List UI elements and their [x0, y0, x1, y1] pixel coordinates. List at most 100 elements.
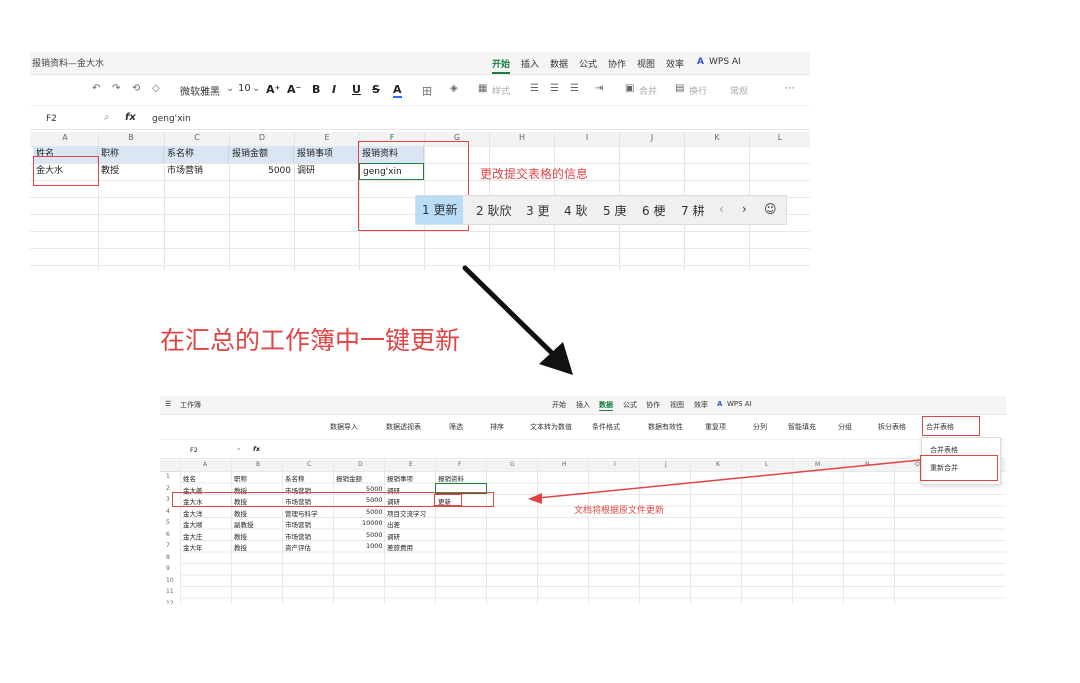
wrap-button[interactable]: 换行: [689, 84, 707, 97]
row-number[interactable]: 1: [166, 473, 170, 480]
wrap-icon[interactable]: ▤: [675, 83, 684, 94]
column-header-b[interactable]: B: [126, 133, 136, 142]
column-header-l[interactable]: L: [775, 133, 785, 142]
search-icon[interactable]: ⌕: [104, 112, 110, 123]
row-number[interactable]: 9: [166, 565, 170, 572]
indent-icon[interactable]: ⇥: [595, 83, 603, 94]
menu-formula[interactable]: 公式: [579, 57, 597, 70]
font-shrink-button[interactable]: A⁻: [287, 83, 301, 96]
menu-view[interactable]: 视图: [637, 57, 655, 70]
menu-efficiency[interactable]: 效率: [666, 57, 684, 70]
column-header-h[interactable]: H: [517, 133, 527, 142]
cell-b2[interactable]: 教授: [98, 163, 164, 180]
ime-prev-icon[interactable]: ‹: [719, 202, 724, 216]
italic-button[interactable]: I: [332, 83, 336, 96]
table-cell[interactable]: 市场营销: [285, 531, 311, 541]
wps-ai-icon[interactable]: A: [717, 400, 722, 408]
chevron-down-icon[interactable]: ⌄: [226, 83, 234, 94]
table-cell[interactable]: 5000: [366, 531, 383, 539]
column-header-g[interactable]: G: [510, 461, 515, 468]
duplicates-button[interactable]: 重复项: [705, 422, 726, 432]
smart-fill-button[interactable]: 智能填充: [788, 422, 816, 432]
table-cell[interactable]: 报销事项: [387, 473, 413, 483]
table-cell[interactable]: 金大洋: [183, 508, 203, 518]
hamburger-icon[interactable]: ☰: [165, 400, 171, 408]
row-number[interactable]: 4: [166, 508, 170, 515]
menu-insert[interactable]: 插入: [521, 57, 539, 70]
menu-home[interactable]: 开始: [552, 400, 566, 410]
merge-icon[interactable]: ▣: [625, 83, 634, 94]
group-button[interactable]: 分组: [838, 422, 852, 432]
merge-button[interactable]: 合并: [639, 84, 657, 97]
ime-candidate-2[interactable]: 2 耿欣: [476, 202, 511, 219]
header-cell-dept[interactable]: 系名称: [164, 146, 229, 163]
align-left-icon[interactable]: ☰: [530, 83, 539, 94]
pivot-table-button[interactable]: 数据透视表: [386, 422, 421, 432]
formula-input[interactable]: geng'xin: [152, 114, 191, 124]
table-cell[interactable]: 资产评估: [285, 542, 311, 552]
row-number[interactable]: 7: [166, 542, 170, 549]
name-box[interactable]: F2: [190, 446, 198, 454]
table-cell[interactable]: 出差: [387, 519, 400, 529]
merge-tables-option[interactable]: 合并表格: [930, 445, 958, 455]
menu-formula[interactable]: 公式: [623, 400, 637, 410]
cell-c2[interactable]: 市场营销: [164, 163, 229, 180]
column-header-c[interactable]: C: [192, 133, 202, 142]
header-cell-item[interactable]: 报销事项: [294, 146, 359, 163]
underline-button[interactable]: U: [352, 83, 361, 96]
column-header-d[interactable]: D: [358, 461, 363, 468]
menu-collab[interactable]: 协作: [646, 400, 660, 410]
data-validation-button[interactable]: 数据有效性: [648, 422, 683, 432]
menu-data[interactable]: 数据: [550, 57, 568, 70]
row-number[interactable]: 2: [166, 485, 170, 492]
fx-icon[interactable]: fx: [253, 445, 260, 453]
row-number[interactable]: 3: [166, 496, 170, 503]
table-cell[interactable]: 管理与科学: [285, 508, 318, 518]
column-header-c[interactable]: C: [307, 461, 311, 468]
table-cell[interactable]: 报销金额: [336, 473, 362, 483]
eraser-icon[interactable]: ◇: [152, 83, 160, 94]
split-column-button[interactable]: 分列: [753, 422, 767, 432]
table-cell[interactable]: 差旅费用: [387, 542, 413, 552]
align-right-icon[interactable]: ☰: [570, 83, 579, 94]
bold-button[interactable]: B: [312, 83, 320, 96]
row-number[interactable]: 12: [166, 600, 174, 605]
chevron-down-icon[interactable]: ⌄: [252, 83, 260, 94]
ime-candidate-6[interactable]: 6 梗: [642, 202, 665, 219]
more-icon[interactable]: ⋯: [785, 83, 795, 94]
row-number[interactable]: 10: [166, 577, 174, 584]
wps-ai-icon[interactable]: A: [697, 57, 704, 67]
ime-candidate-4[interactable]: 4 耿: [564, 202, 587, 219]
ime-candidate-3[interactable]: 3 更: [526, 202, 549, 219]
ime-emoji-icon[interactable]: ☺: [764, 202, 777, 216]
table-cell[interactable]: 教授: [234, 508, 247, 518]
column-header-e[interactable]: E: [322, 133, 332, 142]
column-header-d[interactable]: D: [257, 133, 267, 142]
table-cell[interactable]: 5000: [366, 508, 383, 516]
menu-insert[interactable]: 插入: [576, 400, 590, 410]
border-icon[interactable]: 田: [422, 83, 432, 98]
table-cell[interactable]: 金大顺: [183, 519, 203, 529]
text-to-number-button[interactable]: 文本转为数值: [530, 422, 572, 432]
cell-e2[interactable]: 调研: [294, 163, 359, 180]
table-cell[interactable]: 10000: [362, 519, 383, 527]
font-size-select[interactable]: 10: [238, 83, 251, 94]
row-number[interactable]: 6: [166, 531, 170, 538]
align-center-icon[interactable]: ☰: [550, 83, 559, 94]
column-header-a[interactable]: A: [60, 133, 70, 142]
column-header-j[interactable]: J: [647, 133, 657, 142]
table-cell[interactable]: 职称: [234, 473, 247, 483]
undo-icon[interactable]: ↶: [92, 83, 100, 94]
table-cell[interactable]: 姓名: [183, 473, 196, 483]
column-header-b[interactable]: B: [256, 461, 260, 468]
ime-candidate-7[interactable]: 7 耕: [681, 202, 704, 219]
table-cell[interactable]: 教授: [234, 531, 247, 541]
fill-color-icon[interactable]: ◈: [450, 83, 458, 94]
header-cell-title[interactable]: 职称: [98, 146, 164, 163]
table-cell[interactable]: 市场营销: [285, 519, 311, 529]
table-cell[interactable]: 金大年: [183, 542, 203, 552]
format-painter-icon[interactable]: ⟲: [132, 83, 140, 94]
header-cell-amount[interactable]: 报销金额: [229, 146, 294, 163]
menu-view[interactable]: 视图: [670, 400, 684, 410]
menu-wps-ai[interactable]: WPS AI: [727, 400, 752, 408]
